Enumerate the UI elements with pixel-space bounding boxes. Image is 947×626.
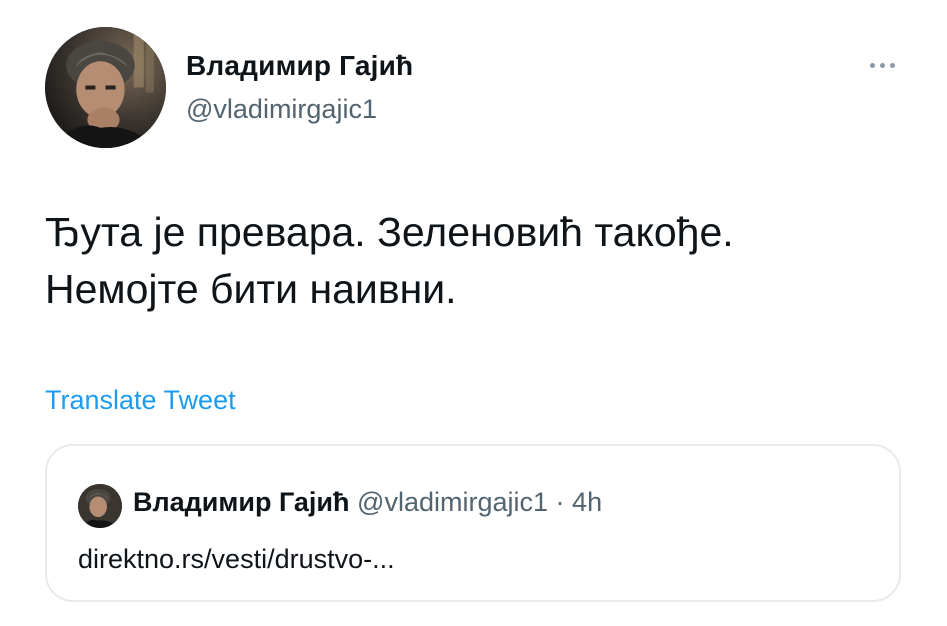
author-avatar[interactable] [45, 27, 166, 148]
quoted-tweet-card[interactable]: Владимир Гајић @vladimirgajic1 · 4h dire… [45, 444, 901, 602]
author-avatar-image [45, 27, 166, 148]
more-dot [869, 62, 875, 68]
quoted-author-avatar-image [78, 484, 122, 528]
more-horizontal-icon[interactable] [862, 55, 902, 75]
quoted-separator: · [555, 487, 565, 517]
tweet-text: Ђута је превара. Зеленовић такође. Немој… [45, 209, 734, 312]
tweet: Владимир Гајић @vladimirgajic1 Ђута је п… [0, 0, 947, 626]
more-dot [879, 62, 885, 68]
author-handle[interactable]: @vladimirgajic1 [186, 94, 377, 125]
quoted-tweet-text: direktno.rs/vesti/drustvo-... [78, 544, 395, 574]
quoted-timestamp: 4h [572, 487, 603, 517]
more-dot [889, 62, 895, 68]
translate-tweet-link[interactable]: Translate Tweet [45, 385, 236, 416]
quoted-author-handle: @vladimirgajic1 [357, 487, 549, 517]
quoted-author-avatar [78, 484, 122, 528]
author-name[interactable]: Владимир Гајић [186, 50, 413, 82]
quoted-author-name: Владимир Гајић [133, 487, 350, 517]
quoted-tweet-header: Владимир Гајић @vladimirgajic1 · 4h [133, 487, 602, 518]
